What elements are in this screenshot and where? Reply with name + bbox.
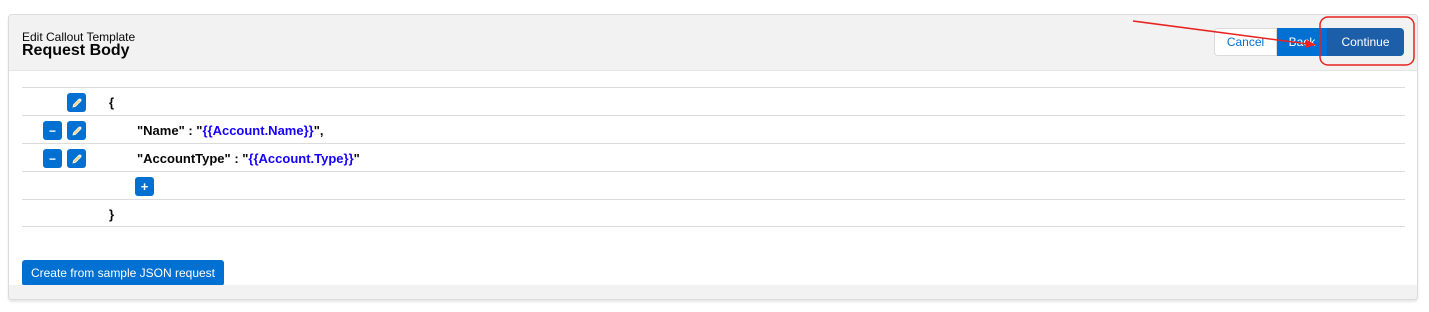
edit-field-button[interactable] (67, 149, 86, 168)
json-field-line: "Name" : "{{Account.Name}}", (137, 123, 324, 138)
json-row-open-brace: { (22, 87, 1405, 115)
minus-icon: − (48, 151, 56, 166)
json-editor-rows: { − "Name" : "{{Account.Name}}", − "Acco… (22, 87, 1405, 227)
field-key: "AccountType" : " (137, 151, 249, 166)
create-from-sample-json-button[interactable]: Create from sample JSON request (22, 260, 224, 286)
plus-icon: + (140, 179, 149, 194)
add-field-button[interactable]: + (135, 177, 154, 196)
close-brace: } (109, 207, 115, 222)
open-brace: { (109, 95, 115, 110)
pencil-icon (71, 153, 82, 164)
json-row-field: − "AccountType" : "{{Account.Type}}" (22, 143, 1405, 171)
json-field-line: "AccountType" : "{{Account.Type}}" (137, 151, 360, 166)
back-button[interactable]: Back (1277, 28, 1327, 56)
field-suffix: " (353, 151, 360, 166)
json-row-field: − "Name" : "{{Account.Name}}", (22, 115, 1405, 143)
remove-field-button[interactable]: − (43, 149, 62, 168)
cancel-button[interactable]: Cancel (1214, 28, 1277, 56)
remove-field-button[interactable]: − (43, 121, 62, 140)
card-header: Edit Callout Template Request Body Cance… (9, 15, 1417, 71)
pencil-icon (71, 125, 82, 136)
continue-button[interactable]: Continue (1327, 28, 1404, 56)
request-body-card: Edit Callout Template Request Body Cance… (8, 14, 1418, 300)
card-footer (9, 285, 1417, 299)
field-key: "Name" : " (137, 123, 203, 138)
edit-field-button[interactable] (67, 121, 86, 140)
edit-button[interactable] (67, 93, 86, 112)
field-suffix: ", (313, 123, 324, 138)
field-variable: {{Account.Name}} (202, 123, 314, 138)
field-variable: {{Account.Type}} (248, 151, 354, 166)
pencil-icon (71, 97, 82, 108)
json-row-close-brace: } (22, 199, 1405, 227)
page-title: Request Body (22, 42, 130, 59)
json-row-add: + (22, 171, 1405, 199)
minus-icon: − (48, 123, 56, 138)
header-button-group: Cancel Back Continue (1214, 28, 1404, 56)
